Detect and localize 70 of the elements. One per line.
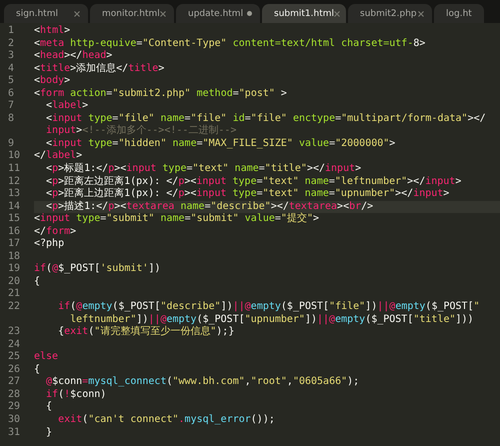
line-number: 12 [7, 176, 22, 188]
code-line: @$conn=mysql_connect("www.bh.com","root","0605a66"); [45, 376, 360, 389]
line-number: 6 [7, 88, 16, 100]
line-number: 16 [7, 226, 22, 238]
line-number: 21 [7, 288, 22, 302]
file-tab[interactable]: submit1.html [262, 4, 346, 23]
line-number: 25 [7, 351, 22, 364]
close-icon[interactable] [74, 10, 80, 16]
line-number: 15 [7, 213, 22, 226]
code-line: else [34, 351, 60, 364]
file-tab[interactable]: update.html [176, 4, 260, 23]
line-number: 30 [7, 414, 22, 426]
code-line: <?php [34, 238, 66, 251]
code-line: {exit("请完整填写至少一份信息");} [57, 326, 236, 339]
code-line: <form action="submit2.php" method="post" > [34, 88, 288, 100]
code-line: <meta http-equive="Content-Type" content=text/html charset=utf-8> [34, 38, 426, 50]
close-icon[interactable] [418, 10, 424, 16]
line-number: 20 [7, 276, 22, 288]
line-number: 22 [7, 301, 22, 314]
line-number: 29 [7, 401, 22, 414]
code-line: <input type="file" name="file" id="file" enctype="multipart/form-data"></ [45, 112, 487, 124]
file-tab[interactable]: submit2.php [348, 4, 432, 23]
close-icon[interactable] [160, 10, 166, 16]
line-number: 1 [7, 25, 16, 38]
code-line: <body> [34, 75, 72, 88]
code-line: </form> [34, 226, 78, 238]
line-number: 2 [7, 38, 16, 50]
code-line: if(@$_POST['submit']) [34, 263, 162, 276]
line-number: 24 [7, 338, 22, 352]
code-line: <p>距离上边距离1(px): </p><input type="text" name="upnumber"></input> [45, 188, 450, 200]
line-number: 14 [7, 200, 22, 214]
close-icon[interactable] [334, 10, 340, 16]
file-tab[interactable]: monitor.html [90, 4, 174, 23]
code-line: </label> [34, 150, 84, 162]
line-number: 26 [7, 364, 22, 376]
code-line: <p>标题1:</p><input type="text" name="title"></input> [45, 163, 362, 176]
line-number: 9 [7, 138, 16, 150]
line-number: 11 [7, 163, 22, 176]
line-number: 23 [7, 326, 22, 339]
code-line: <label> [45, 100, 90, 113]
code-line: <input type="submit" name="submit" value="提交"> [34, 213, 320, 226]
line-number: 27 [7, 376, 22, 389]
code-line: input><!--添加多个--><!--二进制--> [45, 125, 238, 138]
code-line: leftnumber"])||@empty($_POST["upnumber"])||@empty($_POST["title"])) [69, 314, 475, 326]
code-line: if(@empty($_POST["describe"])||@empty($_POST["file"])||@empty($_POST[" [57, 301, 481, 314]
line-number: 31 [7, 426, 22, 440]
line-number: 13 [7, 188, 22, 201]
code-line: <input type="hidden" name="MAX_FILE_SIZE" value="2000000"> [45, 138, 396, 150]
code-line: exit("can't connect".mysql_error()); [57, 414, 276, 426]
code-line: } [45, 426, 54, 440]
line-number: 4 [7, 62, 16, 76]
line-number: 3 [7, 50, 16, 63]
line-number: 17 [7, 238, 22, 251]
line-number: 5 [7, 75, 16, 88]
code-line: <head></head> [34, 50, 114, 62]
code-line: { [34, 364, 42, 376]
code-line: { [45, 401, 54, 414]
code-line: { [34, 276, 42, 288]
line-number: 8 [7, 112, 16, 126]
file-tab[interactable]: log.ht [434, 4, 484, 23]
line-number: 18 [7, 250, 22, 264]
line-number: 7 [7, 100, 16, 113]
file-tab[interactable]: sign.html [4, 4, 88, 23]
code-line: <p>距离左边距离1(px): </p><input type="text" name="leftnumber"></input> [45, 176, 462, 188]
code-line: <title>添加信息</title> [34, 62, 166, 75]
code-line: if(!$conn) [45, 388, 108, 401]
line-number: 28 [7, 388, 22, 402]
line-number: 19 [7, 263, 22, 276]
line-number: 10 [7, 150, 22, 164]
code-line: <html> [34, 25, 72, 38]
